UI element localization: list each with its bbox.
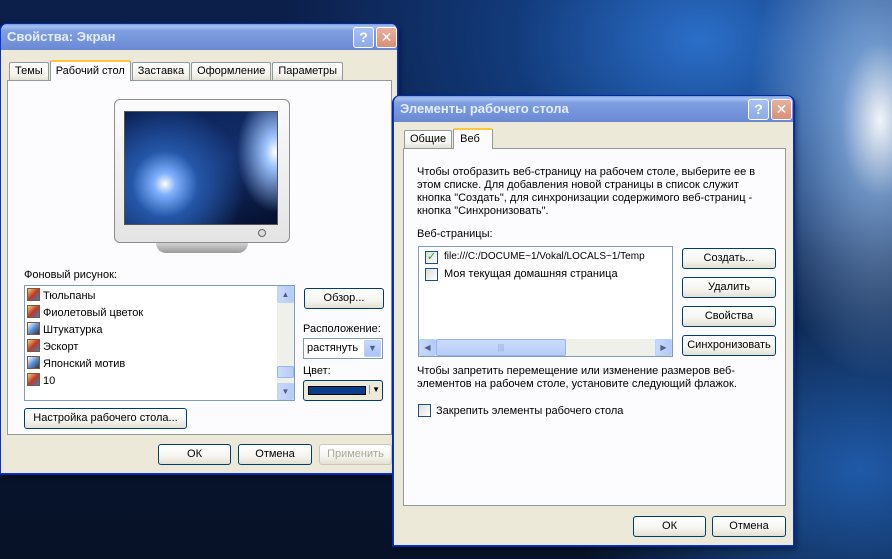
tab-screensaver[interactable]: Заставка: [131, 62, 191, 80]
scroll-thumb[interactable]: |||: [436, 339, 566, 356]
webpages-label: Веб-страницы:: [417, 228, 493, 240]
background-label: Фоновый рисунок:: [24, 269, 117, 281]
bitmap-file-icon: [27, 322, 40, 335]
picture-file-icon: [27, 339, 40, 352]
list-item[interactable]: Фиолетовый цветок: [27, 305, 143, 322]
close-button[interactable]: ✕: [771, 99, 792, 120]
apply-button: Применить: [319, 444, 392, 465]
color-label: Цвет:: [303, 365, 331, 377]
desktop-items-title: Элементы рабочего стола: [400, 101, 569, 116]
picture-file-icon: [27, 288, 40, 301]
web-tab-panel: Чтобы отобразить веб-страницу на рабочем…: [403, 148, 786, 506]
wallpaper-preview: [124, 111, 278, 225]
desktop-items-window: Элементы рабочего стола ? ✕ Общие Веб Чт…: [393, 96, 794, 546]
scroll-right-arrow-icon[interactable]: ▶: [655, 339, 672, 356]
picture-file-icon: [27, 305, 40, 318]
tab-web[interactable]: Веб: [453, 128, 493, 149]
display-properties-window: Свойства: Экран ? ✕ Темы Рабочий стол За…: [0, 24, 398, 474]
scroll-down-arrow-icon[interactable]: ▼: [277, 383, 294, 400]
close-button[interactable]: ✕: [376, 27, 397, 48]
list-item[interactable]: 10: [27, 373, 55, 390]
desktop-items-titlebar[interactable]: Элементы рабочего стола ? ✕: [394, 96, 793, 122]
tab-settings[interactable]: Параметры: [272, 62, 343, 80]
webpage-properties-button[interactable]: Свойства: [682, 306, 776, 327]
color-swatch: [308, 386, 366, 395]
webpage-item-temp[interactable]: file:///C:/DOCUME~1/Vokal/LOCALS~1/Temp: [444, 251, 645, 262]
tab-themes[interactable]: Темы: [9, 62, 49, 80]
browse-button[interactable]: Обзор...: [304, 288, 384, 309]
monitor-preview: [112, 99, 292, 253]
scroll-left-arrow-icon[interactable]: ◀: [419, 339, 436, 356]
ok-button[interactable]: ОК: [633, 516, 706, 537]
sync-button[interactable]: Синхронизовать: [682, 335, 776, 356]
desktop-tab-panel: Фоновый рисунок: Тюльпаны Фиолетовый цве…: [7, 80, 392, 435]
list-item[interactable]: Японский мотив: [27, 356, 125, 373]
display-properties-titlebar[interactable]: Свойства: Экран ? ✕: [1, 24, 397, 50]
tab-appearance[interactable]: Оформление: [191, 62, 272, 80]
scroll-thumb[interactable]: [277, 366, 294, 378]
help-button[interactable]: ?: [748, 99, 769, 120]
lock-description: Чтобы запретить перемещение или изменени…: [417, 365, 737, 390]
web-description: Чтобы отобразить веб-страницу на рабочем…: [417, 166, 756, 217]
picture-file-icon: [27, 373, 40, 386]
monitor-stand: [156, 243, 248, 253]
webpages-listbox[interactable]: ✓ file:///C:/DOCUME~1/Vokal/LOCALS~1/Tem…: [418, 246, 673, 357]
webpages-hscrollbar[interactable]: ◀ ||| ▶: [419, 339, 672, 356]
list-item[interactable]: Штукатурка: [27, 322, 103, 339]
webpage-checkbox-checked[interactable]: ✓: [425, 251, 438, 264]
scroll-up-arrow-icon[interactable]: ▲: [277, 286, 294, 303]
display-properties-title: Свойства: Экран: [7, 29, 116, 44]
help-button[interactable]: ?: [353, 27, 374, 48]
lock-items-checkbox[interactable]: [418, 404, 431, 417]
background-listbox[interactable]: Тюльпаны Фиолетовый цветок Штукатурка Эс…: [24, 285, 295, 401]
list-item[interactable]: Тюльпаны: [27, 288, 95, 305]
ok-button[interactable]: ОК: [158, 444, 231, 465]
background-list-scrollbar[interactable]: ▲ ▼: [277, 286, 294, 400]
cancel-button[interactable]: Отмена: [712, 516, 786, 537]
position-select[interactable]: растянуть ▼: [303, 338, 383, 359]
display-properties-tabs: Темы Рабочий стол Заставка Оформление Па…: [9, 60, 344, 81]
cancel-button[interactable]: Отмена: [238, 444, 312, 465]
bitmap-file-icon: [27, 356, 40, 369]
tab-general[interactable]: Общие: [404, 130, 453, 148]
desktop-items-tabs: Общие Веб: [404, 128, 494, 149]
position-value: растянуть: [307, 342, 359, 354]
color-picker[interactable]: ▼: [303, 380, 383, 401]
customize-desktop-button[interactable]: Настройка рабочего стола...: [24, 408, 187, 429]
monitor-power-button: [258, 229, 266, 237]
dropdown-arrow-icon: ▼: [369, 385, 380, 394]
chevron-down-icon[interactable]: ▼: [364, 340, 381, 357]
position-label: Расположение:: [303, 323, 381, 335]
delete-webpage-button[interactable]: Удалить: [682, 277, 776, 298]
list-item[interactable]: Эскорт: [27, 339, 78, 356]
webpage-checkbox[interactable]: [425, 268, 438, 281]
lock-items-label[interactable]: Закрепить элементы рабочего стола: [436, 405, 623, 417]
webpage-item-home[interactable]: Моя текущая домашняя страница: [444, 268, 618, 280]
tab-desktop[interactable]: Рабочий стол: [49, 60, 131, 81]
new-webpage-button[interactable]: Создать...: [682, 248, 776, 269]
